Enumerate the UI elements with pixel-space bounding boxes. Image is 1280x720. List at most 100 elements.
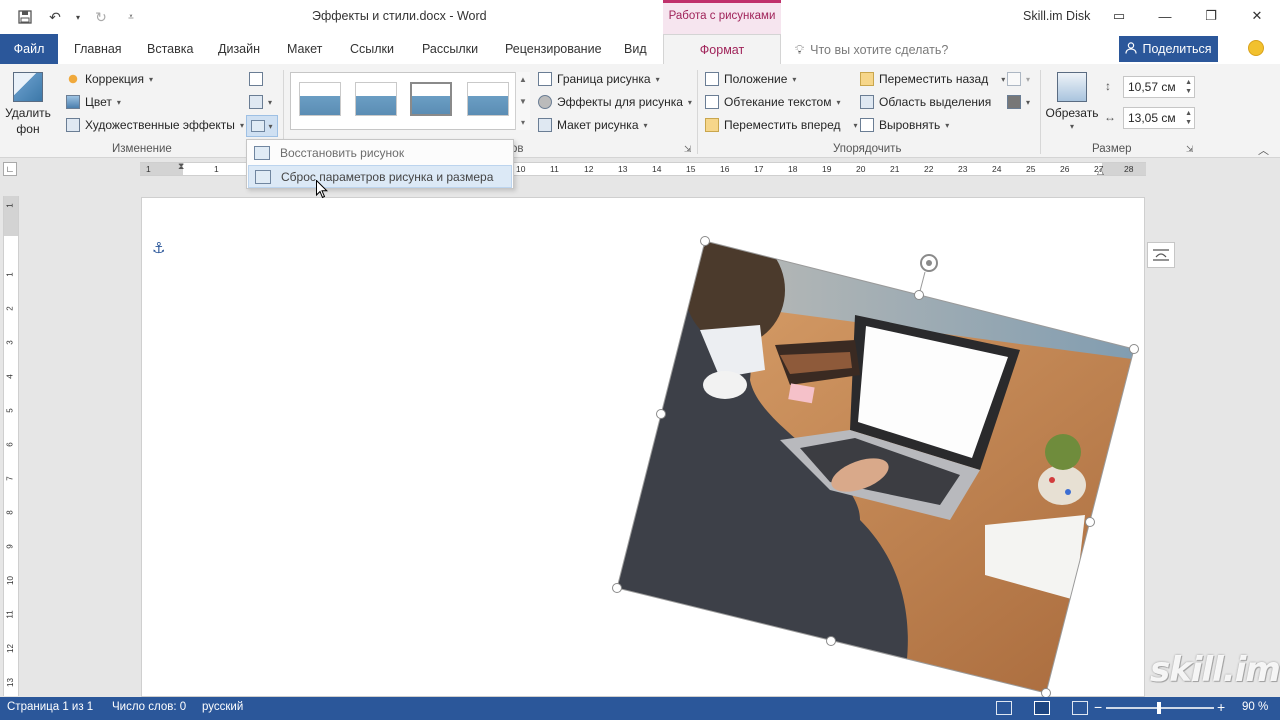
group-objects-icon [1007,72,1021,86]
undo-dropdown-icon[interactable]: ▾ [74,6,82,28]
right-indent-marker-icon[interactable]: △ [1097,166,1104,177]
language-indicator[interactable]: русский [202,701,243,713]
menu-item-reset-picture[interactable]: Восстановить рисунок [248,141,512,164]
position-icon [705,72,719,86]
height-input[interactable]: 10,57 см ▲ ▼ [1123,76,1195,98]
picture-effects-label: Эффекты для рисунка [557,95,683,109]
bring-forward-button[interactable]: Переместить вперед ▾ [705,118,858,132]
reset-picture-button[interactable]: ▾ [246,115,278,137]
rotation-handle-icon[interactable] [920,254,938,272]
picture-effects-button[interactable]: Эффекты для рисунка ▾ [538,95,692,109]
close-icon[interactable]: ✕ [1234,0,1280,32]
tab-selector-icon[interactable]: ∟ [3,162,17,176]
picture-border-button[interactable]: Граница рисунка ▾ [538,72,660,86]
horizontal-ruler: ∟ 1 1 10 11 12 13 14 15 16 17 18 19 20 2… [0,158,1280,180]
undo-icon[interactable]: ↶ [44,6,66,28]
feedback-smiley-icon[interactable] [1248,40,1264,56]
bring-forward-icon [705,118,719,132]
change-picture-button[interactable]: ▾ [249,95,272,109]
gallery-more-icon[interactable]: ▾ [521,118,525,127]
read-mode-icon[interactable] [996,701,1012,715]
correction-label: Коррекция [85,72,145,86]
size-dialog-launcher-icon[interactable]: ⇲ [1186,144,1194,155]
tab-references[interactable]: Ссылки [350,42,394,56]
color-button[interactable]: Цвет ▾ [66,95,121,109]
share-button[interactable]: Поделиться [1119,36,1218,62]
tab-layout[interactable]: Макет [287,42,322,56]
artistic-effects-button[interactable]: Художественные эффекты ▾ [66,118,244,132]
ruler-number: 1 [214,164,219,174]
gallery-down-icon[interactable]: ▼ [519,97,527,106]
ruler-number: 14 [652,164,662,174]
sun-icon [66,72,80,86]
send-backward-button[interactable]: Переместить назад ▾ [860,72,1005,86]
remove-background-button[interactable]: Удалить фон [4,72,52,137]
wrap-text-button[interactable]: Обтекание текстом ▾ [705,95,841,109]
zoom-slider-thumb[interactable] [1157,702,1161,714]
tab-design[interactable]: Дизайн [218,42,260,56]
width-spinner-icon[interactable]: ▲ ▼ [1185,109,1192,127]
picture-style-3[interactable] [410,82,452,116]
group-objects-button[interactable]: ▾ [1007,72,1030,86]
ruler-number: 7 [5,476,15,481]
tab-file[interactable]: Файл [0,34,58,64]
height-spinner-icon[interactable]: ▲ ▼ [1185,78,1192,96]
reset-size-icon [255,169,271,184]
reset-picture-menu: Восстановить рисунок Сброс параметров ри… [246,139,514,189]
tell-me-box[interactable]: 💡︎ Что вы хотите сделать? [795,42,948,58]
print-layout-icon[interactable] [1034,701,1050,715]
tab-home[interactable]: Главная [74,42,122,56]
tab-mailings[interactable]: Рассылки [422,42,478,56]
compress-pictures-button[interactable] [249,72,263,86]
ruler-number: 12 [5,644,15,653]
tab-view[interactable]: Вид [624,42,647,56]
ruler-number: 26 [1060,164,1070,174]
photo-content [617,241,1134,693]
selection-pane-button[interactable]: Область выделения [860,95,991,109]
ribbon: Удалить фон Коррекция ▾ Цвет ▾ Художествен… [0,64,1280,158]
picture-layout-button[interactable]: Макет рисунка ▾ [538,118,648,132]
web-layout-icon[interactable] [1072,701,1088,715]
align-button[interactable]: Выровнять ▾ [860,118,949,132]
minimize-icon[interactable]: — [1142,0,1188,32]
restore-icon[interactable]: ❐ [1188,0,1234,32]
account-name[interactable]: Skill.im Disk [1023,9,1090,23]
chevron-down-icon: ▾ [1069,121,1074,131]
dialog-launcher-icon[interactable]: ⇲ [684,144,692,155]
correction-button[interactable]: Коррекция ▾ [66,72,153,86]
reset-picture-icon [254,145,270,160]
width-input[interactable]: 13,05 см ▲ ▼ [1123,107,1195,129]
save-icon[interactable] [14,6,36,28]
tab-review[interactable]: Рецензирование [505,42,602,56]
menu-item-reset-picture-and-size[interactable]: Сброс параметров рисунка и размера [248,165,512,188]
lightbulb-icon: 💡︎ [795,42,805,57]
position-button[interactable]: Положение ▾ [705,72,796,86]
tab-format[interactable]: Формат [663,34,781,65]
gallery-up-icon[interactable]: ▲ [519,75,527,84]
zoom-out-icon[interactable]: − [1094,699,1102,715]
word-count[interactable]: Число слов: 0 [112,701,186,713]
picture-style-1[interactable] [299,82,341,116]
anchor-icon: ⚓︎ [152,240,166,257]
crop-button[interactable]: Обрезать ▾ [1044,72,1100,132]
ribbon-display-options-icon[interactable]: ▭ [1096,0,1142,32]
gallery-scroll[interactable]: ▲ ▼ ▾ [515,72,530,130]
customize-qat-icon[interactable]: ⩡ [120,6,142,28]
chevron-down-icon: ▾ [792,74,797,84]
selected-picture[interactable] [600,225,1160,700]
zoom-in-icon[interactable]: + [1217,699,1225,715]
collapse-ribbon-icon[interactable]: ︿ [1258,142,1269,158]
redo-icon[interactable]: ↻ [90,6,112,28]
picture-style-4[interactable] [467,82,509,116]
indent-marker-icon[interactable]: ⧗ [178,161,184,172]
zoom-level[interactable]: 90 % [1242,701,1268,713]
width-value: 13,05 см [1128,111,1176,125]
reset-picture-icon [251,120,266,132]
layout-options-icon[interactable] [1147,242,1175,268]
picture-style-2[interactable] [355,82,397,116]
rotate-objects-button[interactable]: ▾ [1007,95,1030,109]
chevron-down-icon: ▾ [149,74,154,84]
ruler-number: 21 [890,164,900,174]
page-count[interactable]: Страница 1 из 1 [7,701,93,713]
tab-insert[interactable]: Вставка [147,42,193,56]
